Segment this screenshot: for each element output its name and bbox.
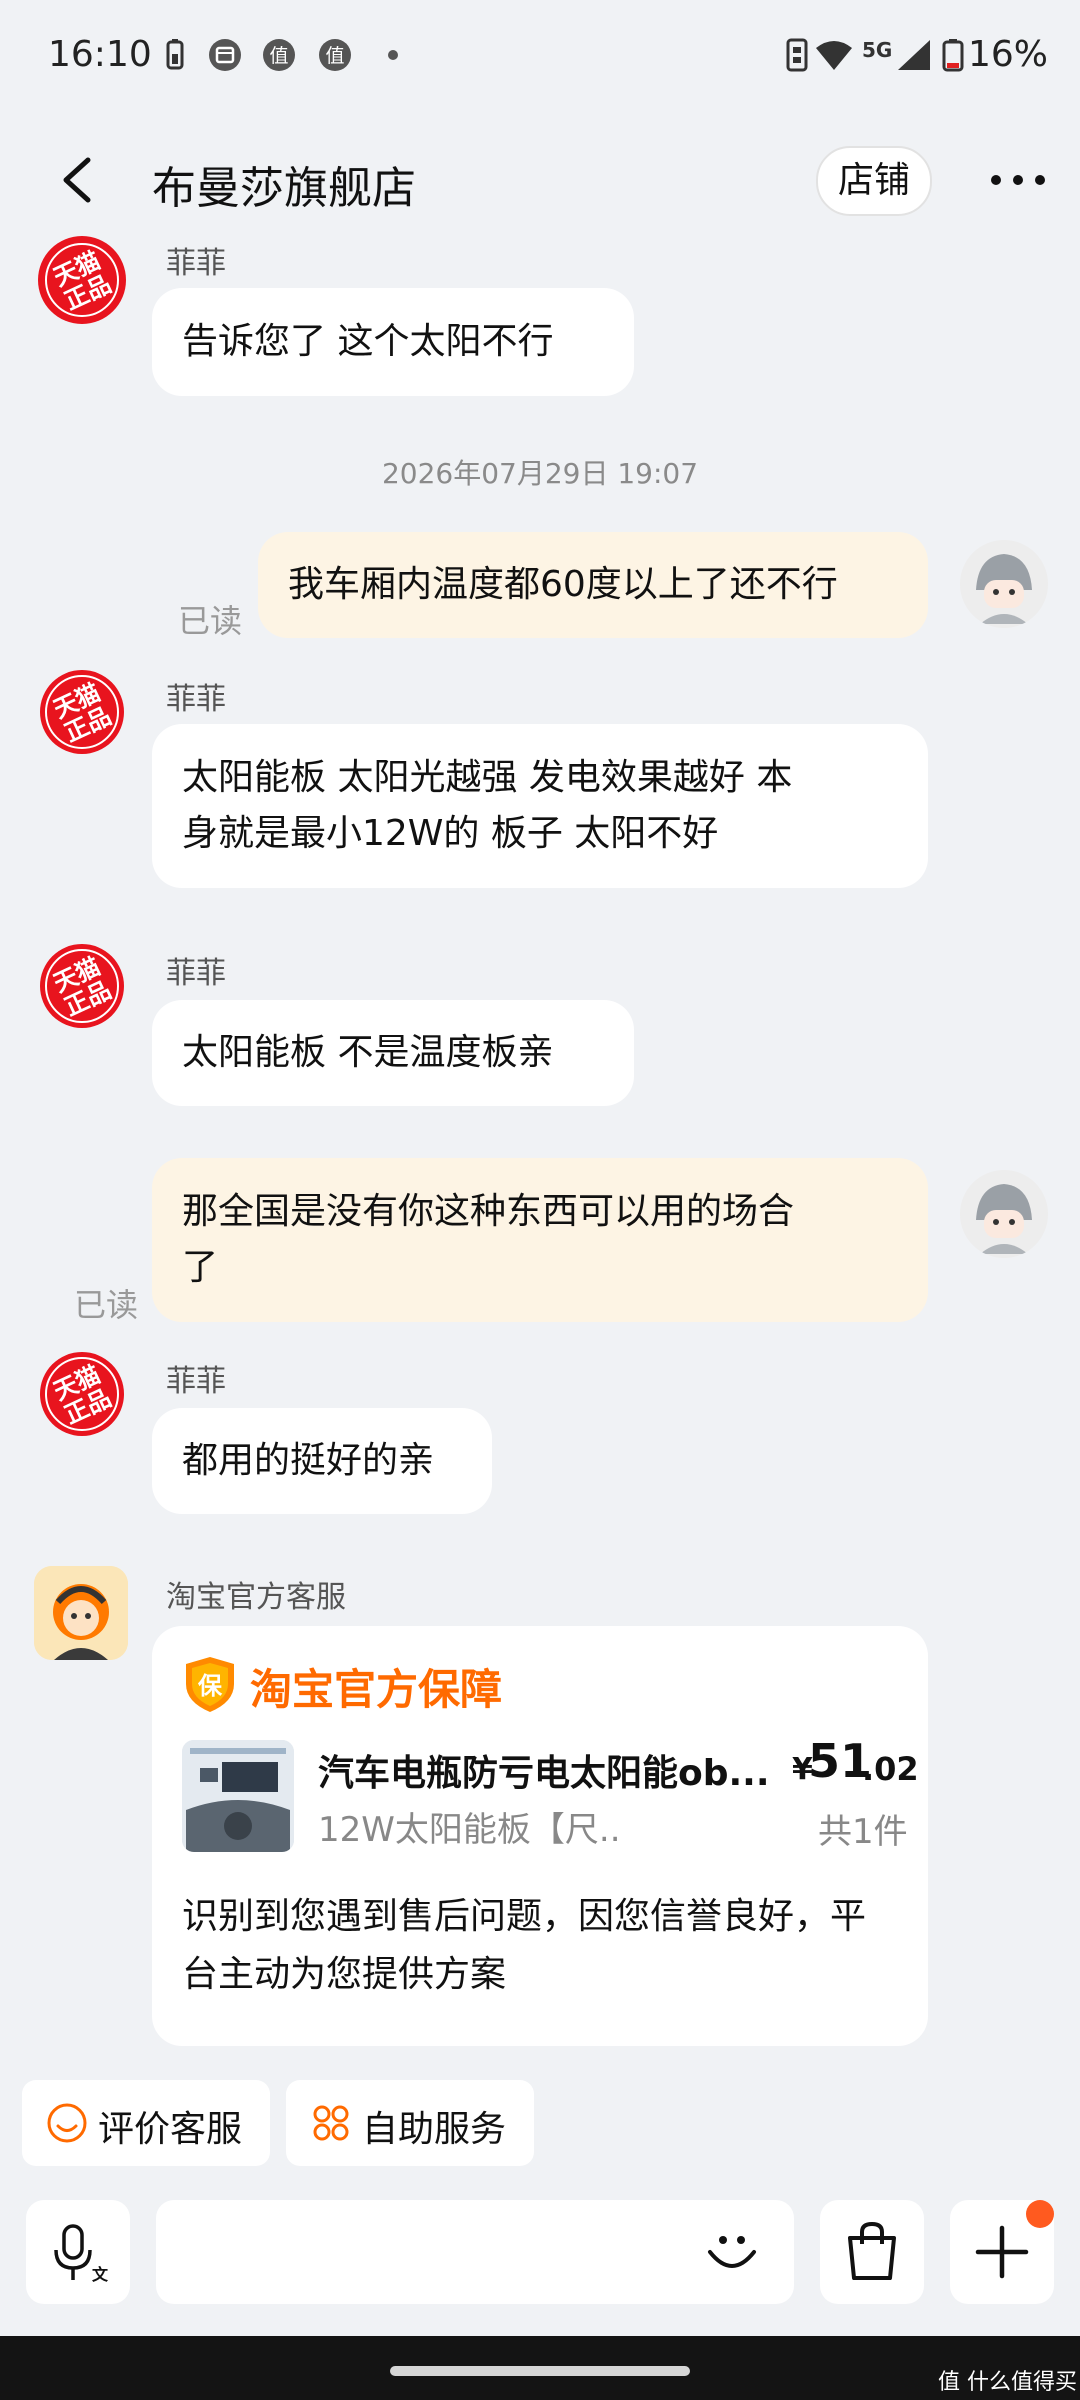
chat-header: 布曼莎旗舰店 店铺: [0, 130, 1080, 230]
user-avatar[interactable]: [960, 540, 1048, 628]
tmall-authentic-badge-icon: 天猫 正品: [40, 944, 124, 1028]
guarantee-title: 淘宝官方保障: [250, 1665, 503, 1714]
agent-avatar[interactable]: 天猫 正品: [38, 1350, 126, 1438]
message-bubble[interactable]: 都用的挺好的亲: [152, 1408, 492, 1514]
item-quantity: 共1件: [818, 1812, 908, 1852]
battery-percent: 16%: [968, 34, 1049, 75]
product-name[interactable]: 汽车电瓶防亏电太阳能ob...: [318, 1744, 788, 1796]
official-service-avatar[interactable]: [34, 1566, 128, 1660]
product-thumbnail[interactable]: [182, 1740, 294, 1852]
svg-text:值: 值: [325, 45, 344, 67]
voice-input-button[interactable]: 文: [26, 2200, 130, 2304]
more-notifications-dot-icon: [388, 50, 398, 60]
message-bubble-self[interactable]: 那全国是没有你这种东西可以用的场合 了: [152, 1158, 928, 1322]
message-line: 太阳能板 太阳光越强 发电效果越好 本: [182, 757, 793, 798]
home-indicator[interactable]: [390, 2366, 690, 2376]
shopping-bag-icon: [848, 2221, 896, 2280]
more-options-icon[interactable]: [990, 170, 1046, 190]
guarantee-message: 识别到您遇到售后问题，因您信誉良好，平 台主动为您提供方案: [182, 1888, 898, 2004]
message-bubble[interactable]: 太阳能板 太阳光越强 发电效果越好 本 身就是最小12W的 板子 太阳不好: [152, 724, 928, 888]
sender-name: 菲菲: [166, 1364, 226, 1399]
user-avatar[interactable]: [960, 1170, 1048, 1258]
message-line: 了: [182, 1247, 219, 1288]
tmall-authentic-badge-icon: 天猫 正品: [40, 670, 124, 754]
order-bag-button[interactable]: [820, 2200, 924, 2304]
battery-icon: [942, 39, 964, 72]
svg-text:文: 文: [92, 2265, 109, 2284]
self-service-chip[interactable]: 自助服务: [286, 2080, 534, 2166]
chip-label: 评价客服: [98, 2109, 243, 2150]
smzdm-app-icon-2: 值: [319, 39, 351, 71]
svg-text:保: 保: [197, 1672, 223, 1700]
battery-saver-icon: [166, 39, 184, 70]
smzdm-app-icon: 值: [263, 39, 295, 71]
sender-name: 菲菲: [166, 956, 226, 991]
tmall-authentic-badge-icon: 天猫 正品: [40, 1352, 124, 1436]
watermark: 值 什么值得买: [938, 2370, 1077, 2395]
plus-icon: [975, 2225, 1029, 2279]
user-avatar-icon: [960, 540, 1048, 628]
product-image-icon: [182, 1740, 294, 1852]
status-time: 16:10: [48, 34, 152, 75]
smile-rating-icon: [47, 2103, 87, 2143]
rate-service-chip[interactable]: 评价客服: [22, 2080, 270, 2166]
emoji-icon[interactable]: [702, 2222, 762, 2282]
sender-name: 菲菲: [166, 682, 226, 717]
taobao-mascot-icon: [34, 1566, 128, 1660]
agent-avatar[interactable]: 天猫 正品: [38, 668, 126, 756]
user-avatar-icon: [960, 1170, 1048, 1258]
message-line: 身就是最小12W的 板子 太阳不好: [182, 813, 719, 854]
guarantee-card[interactable]: 保 淘宝官方保障 汽车电瓶防亏电太阳能ob... 12W太阳能板【尺... ¥ …: [152, 1626, 928, 2046]
cellular-signal-icon: [898, 40, 930, 70]
message-timestamp: 2026年07月29日 19:07: [381, 457, 699, 490]
notification-dot: [1026, 2200, 1054, 2228]
message-bubble[interactable]: 太阳能板 不是温度板亲: [152, 1000, 634, 1106]
product-spec: 12W太阳能板【尺...: [318, 1810, 618, 1850]
agent-avatar[interactable]: 天猫 正品: [38, 236, 126, 324]
message-line: 那全国是没有你这种东西可以用的场合: [182, 1191, 795, 1232]
message-line: 台主动为您提供方案: [182, 1954, 507, 1995]
message-input[interactable]: [156, 2200, 794, 2304]
wifi-icon: [816, 41, 852, 70]
microphone-translate-icon: 文: [54, 2224, 109, 2284]
calendar-icon: [209, 39, 241, 71]
read-receipt: 已读: [178, 602, 243, 640]
price-decimal: .02: [862, 1750, 919, 1788]
back-arrow-icon[interactable]: [58, 156, 98, 204]
shop-button[interactable]: 店铺: [816, 146, 932, 216]
agent-avatar[interactable]: 天猫 正品: [38, 942, 126, 1030]
self-service-grid-icon: [313, 2105, 349, 2141]
nfc-icon: [786, 38, 808, 72]
message-bubble-self[interactable]: 我车厢内温度都60度以上了还不行: [258, 532, 928, 638]
read-receipt: 已读: [74, 1286, 139, 1324]
network-type: 5G: [862, 38, 893, 62]
tmall-authentic-badge-icon: 天猫 正品: [40, 238, 124, 322]
sender-name: 菲菲: [166, 246, 226, 281]
shield-guarantee-icon: 保: [186, 1657, 234, 1712]
shop-title: 布曼莎旗舰店: [152, 163, 416, 214]
sender-name: 淘宝官方客服: [166, 1580, 346, 1615]
status-bar: 16:10 值 值 5G 16%: [0, 0, 1080, 120]
message-line: 识别到您遇到售后问题，因您信誉良好，平: [182, 1896, 867, 1937]
chip-label: 自助服务: [362, 2109, 507, 2150]
svg-text:值: 值: [269, 45, 288, 67]
message-bubble[interactable]: 告诉您了 这个太阳不行: [152, 288, 634, 396]
